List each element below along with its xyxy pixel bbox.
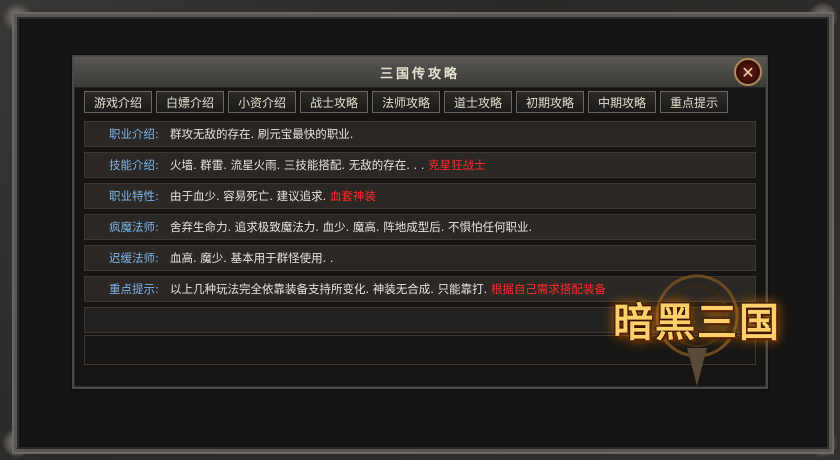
tab-petty-intro[interactable]: 小资介绍 (228, 91, 296, 113)
tab-mid-guide[interactable]: 中期攻略 (588, 91, 656, 113)
list-item: 疯魔法师: 舍弃生命力. 追求极致魔法力. 血少. 魔高. 阵地成型后. 不惧怕… (84, 214, 756, 240)
title-bar: 三国传攻略 (74, 57, 766, 88)
row-label: 技能介绍: (109, 158, 159, 172)
row-text: 以上几种玩法完全依靠装备支持所变化. 神装无合成. 只能靠打. 根据自己需求搭配… (170, 282, 606, 296)
row-text: 火墙. 群雷. 流星火雨. 三技能搭配. 无敌的存在. . . 克星狂战士 (170, 158, 486, 172)
logo-text: 暗黑三国 (613, 299, 781, 346)
tab-key-tips[interactable]: 重点提示 (660, 91, 728, 113)
row-text: 舍弃生命力. 追求极致魔法力. 血少. 魔高. 阵地成型后. 不惧怕任何职业. (170, 220, 533, 234)
row-text: 血高. 魔少. 基本用于群怪使用. . (170, 251, 334, 265)
tab-mage-guide[interactable]: 法师攻略 (372, 91, 440, 113)
list-item: 技能介绍: 火墙. 群雷. 流星火雨. 三技能搭配. 无敌的存在. . . 克星… (84, 152, 756, 178)
row-label: 重点提示: (109, 282, 159, 296)
close-button[interactable]: ✕ (734, 58, 762, 86)
outer-frame: 三国传攻略 游戏介绍 白嫖介绍 小资介绍 战士攻略 法师攻略 道士攻略 初期攻略… (0, 0, 840, 460)
row-label: 职业介绍: (109, 127, 159, 141)
tab-taoist-guide[interactable]: 道士攻略 (444, 91, 512, 113)
game-logo: 暗黑三国 (592, 268, 802, 388)
row-label: 疯魔法师: (109, 220, 159, 234)
close-x-icon: ✕ (741, 63, 755, 82)
panel-title: 三国传攻略 (379, 67, 460, 82)
tab-warrior-guide[interactable]: 战士攻略 (300, 91, 368, 113)
row-text: 群攻无敌的存在. 刷元宝最快的职业. (170, 127, 354, 141)
row-text: 由于血少. 容易死亡. 建议追求. 血套神装 (170, 189, 376, 203)
tab-free-intro[interactable]: 白嫖介绍 (156, 91, 224, 113)
row-label: 职业特性: (109, 189, 159, 203)
list-item: 职业特性: 由于血少. 容易死亡. 建议追求. 血套神装 (84, 183, 756, 209)
tab-early-guide[interactable]: 初期攻略 (516, 91, 584, 113)
row-label: 迟缓法师: (109, 251, 159, 265)
list-item: 职业介绍: 群攻无敌的存在. 刷元宝最快的职业. (84, 121, 756, 147)
tab-game-intro[interactable]: 游戏介绍 (84, 91, 152, 113)
